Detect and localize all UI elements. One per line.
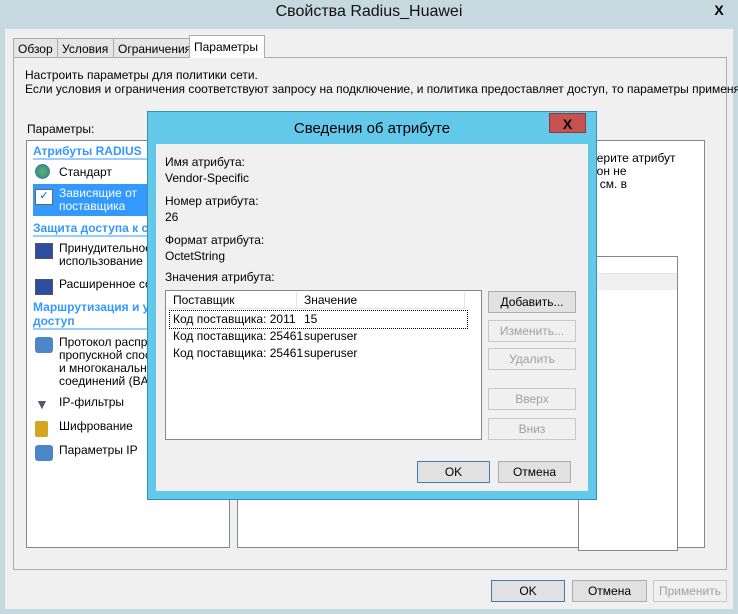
table-row[interactable]: Код поставщика: 25461 superuser (170, 345, 467, 362)
tab-settings[interactable]: Параметры (189, 35, 265, 58)
column-header-vendor[interactable]: Поставщик (166, 292, 297, 309)
tab-overview[interactable]: Обзор (13, 38, 58, 58)
checklist-icon: ✓ (35, 189, 53, 205)
column-header-value[interactable]: Значение (297, 292, 465, 309)
dialog-body: Имя атрибута: Vendor-Specific Номер атри… (156, 144, 588, 491)
attribute-number-label: Номер атрибута: (165, 194, 259, 208)
tab-conditions[interactable]: Условия (57, 38, 114, 58)
dialog-cancel-button[interactable]: Отмена (498, 461, 571, 483)
dialog-title: Сведения об атрибуте (293, 120, 451, 137)
filter-icon: ▼ (35, 396, 49, 412)
apply-button[interactable]: Применить (653, 580, 727, 602)
add-button[interactable]: Добавить... (488, 291, 576, 313)
table-row[interactable]: Код поставщика: 25461 superuser (170, 328, 467, 345)
attribute-format-label: Формат атрибута: (165, 233, 265, 247)
move-down-button[interactable]: Вниз (488, 418, 576, 440)
attribute-values-label: Значения атрибута: (165, 270, 275, 284)
table-row[interactable]: Код поставщика: 2011 15 (169, 310, 468, 329)
network-icon (35, 445, 53, 461)
window-title: Свойства Radius_Huawei (275, 3, 463, 20)
move-up-button[interactable]: Вверх (488, 388, 576, 410)
ok-button[interactable]: OK (491, 580, 565, 602)
globe-icon (35, 164, 50, 179)
attribute-info-dialog: Сведения об атрибуте X Имя атрибута: Ven… (147, 111, 597, 500)
attribute-name-label: Имя атрибута: (165, 155, 245, 169)
tab-constraints[interactable]: Ограничения (113, 38, 191, 58)
details-text: берите атрибут, он не в см. в (590, 151, 676, 191)
delete-button[interactable]: Удалить (488, 348, 576, 370)
window-close-button[interactable]: X (700, 0, 738, 20)
attribute-values-list[interactable]: Поставщик Значение Код поставщика: 2011 1… (165, 290, 482, 440)
attribute-format-value: OctetString (165, 249, 226, 263)
attribute-name-value: Vendor-Specific (165, 171, 250, 185)
lock-icon (35, 421, 48, 437)
settings-label: Параметры: (27, 122, 95, 136)
dialog-close-button[interactable]: X (549, 113, 586, 133)
computer-shield-icon (35, 243, 53, 259)
edit-button[interactable]: Изменить... (488, 320, 576, 342)
computer-icon (35, 279, 53, 295)
description-line-1: Настроить параметры для политики сети. (25, 68, 258, 82)
network-icon (35, 337, 53, 353)
dialog-ok-button[interactable]: OK (417, 461, 490, 483)
description-line-2: Если условия и ограничения соответствуют… (25, 82, 738, 96)
cancel-button[interactable]: Отмена (572, 580, 647, 602)
attribute-number-value: 26 (165, 210, 179, 224)
